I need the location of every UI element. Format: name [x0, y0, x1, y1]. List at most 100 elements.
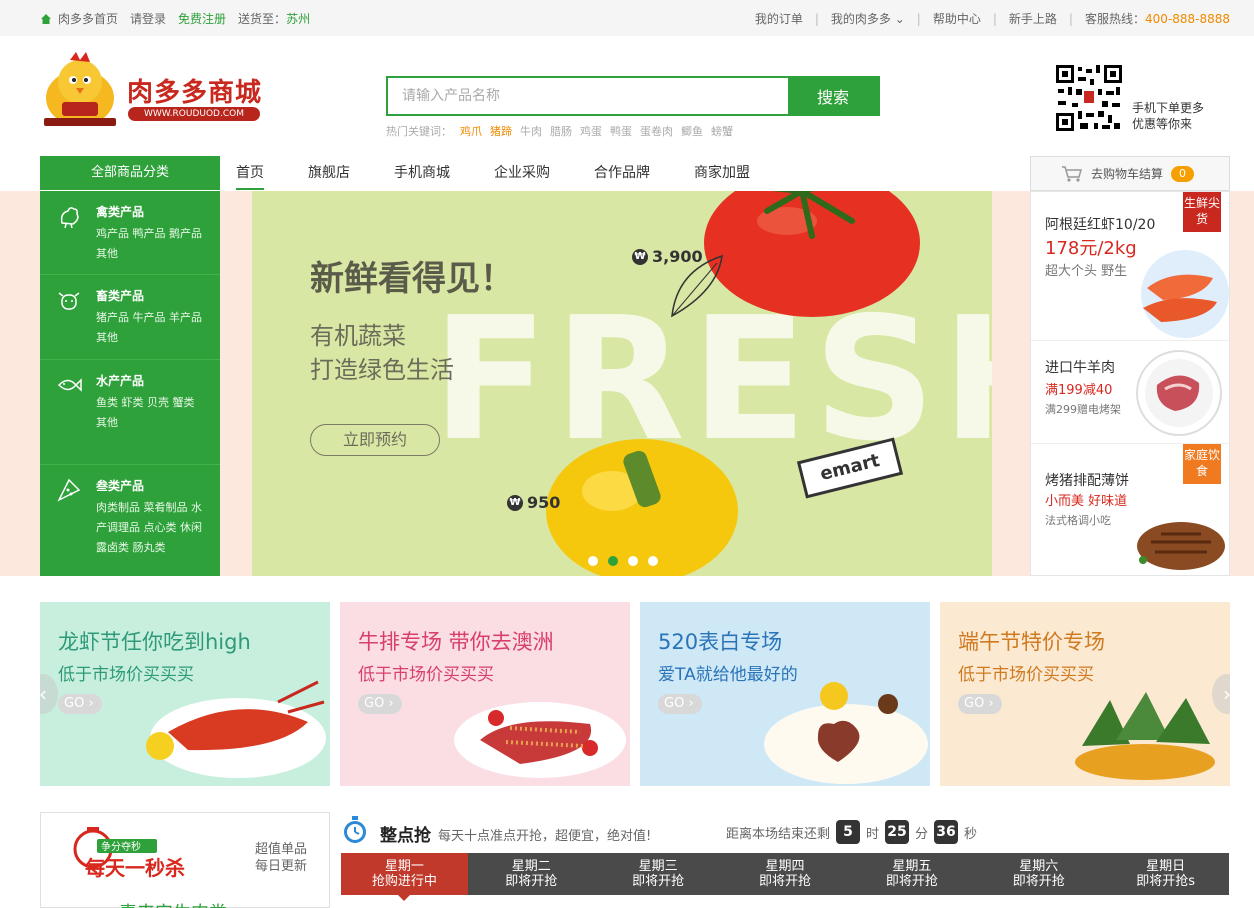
countdown-hours: 5 [836, 820, 861, 844]
category-subitems[interactable]: 鱼类 虾类 贝壳 蟹类 其他 [96, 393, 206, 433]
category-livestock[interactable]: 畜类产品 猪产品 牛产品 羊产品 其他 [40, 275, 220, 360]
nav-item-home[interactable]: 首页 [236, 156, 264, 190]
tab-status: 即将开抢 [1012, 874, 1065, 889]
ship-to-city[interactable]: 苏州 [286, 12, 310, 26]
promo-card[interactable]: 家庭饮食 烤猪排配薄饼 小而美 好味道 法式格调小吃 [1031, 444, 1229, 576]
steak-plate-image [454, 702, 626, 778]
topic-title: 端午节特价专场 [958, 630, 1105, 654]
register-link[interactable]: 免费注册 [178, 10, 226, 27]
topic-go-button[interactable]: GO › [358, 694, 402, 714]
cart-button[interactable]: 去购物车结算 0 [1030, 156, 1230, 191]
banner-subtitle-line: 打造绿色生活 [310, 356, 454, 384]
category-subitems[interactable]: 肉类制品 菜肴制品 水产调理品 点心类 休闲露卤类 肠丸类 [96, 498, 206, 558]
hot-keyword[interactable]: 鲫鱼 [681, 123, 703, 139]
carousel-prev-button[interactable]: ‹ [40, 674, 58, 714]
category-prepared[interactable]: 叁类产品 肉类制品 菜肴制品 水产调理品 点心类 休闲露卤类 肠丸类 [40, 465, 220, 576]
tab-wednesday[interactable]: 星期三 即将开抢 [595, 853, 722, 895]
category-title: 叁类产品 [96, 479, 145, 493]
countdown-unit: 秒 [964, 826, 978, 842]
carousel-dot[interactable] [628, 556, 638, 566]
carousel-dot[interactable] [588, 556, 598, 566]
hot-keyword[interactable]: 鸭蛋 [610, 123, 632, 139]
tab-status: 即将开抢 [632, 874, 685, 889]
flash-subtitle: 每天十点准点开抢，超便宜，绝对值! [438, 829, 652, 844]
countdown: 距离本场结束还剩 5 时 25 分 36 秒 [726, 820, 977, 844]
my-orders-link[interactable]: 我的订单 [755, 10, 803, 27]
help-center-link[interactable]: 帮助中心 [933, 10, 981, 27]
tab-day-label: 星期一 [384, 859, 424, 874]
tab-status: 抢购进行中 [371, 874, 437, 889]
category-subitems[interactable]: 鸡产品 鸭产品 鹅产品 其他 [96, 224, 206, 264]
carousel-dot[interactable] [608, 556, 618, 566]
nav-item-enterprise[interactable]: 企业采购 [494, 156, 550, 190]
tab-tuesday[interactable]: 星期二 即将开抢 [468, 853, 595, 895]
category-aquatic[interactable]: 水产产品 鱼类 虾类 贝壳 蟹类 其他 [40, 360, 220, 465]
carousel-dot[interactable] [648, 556, 658, 566]
promo-desc: 满299赠电烤架 [1045, 403, 1121, 416]
topic-go-button[interactable]: GO › [58, 694, 102, 714]
go-label: GO [664, 696, 685, 711]
nav-item-brands[interactable]: 合作品牌 [594, 156, 650, 190]
cart-label: 去购物车结算 [1091, 167, 1164, 181]
my-account-menu[interactable]: 我的肉多多 ⌄ [831, 10, 905, 27]
countdown-minutes: 25 [885, 820, 910, 844]
pork-chop-image [1137, 522, 1225, 570]
login-link[interactable]: 请登录 [130, 10, 166, 27]
newbie-link[interactable]: 新手上路 [1009, 10, 1057, 27]
tab-monday[interactable]: 星期一 抢购进行中 [341, 853, 468, 901]
category-subitems[interactable]: 猪产品 牛产品 羊产品 其他 [96, 308, 206, 348]
search-input[interactable] [388, 78, 788, 114]
topic-banner-steak[interactable]: 牛排专场 带你去澳洲 低于市场价买买买 GO › [340, 602, 630, 786]
hot-keyword[interactable]: 腊肠 [550, 123, 572, 139]
topic-go-button[interactable]: GO › [958, 694, 1002, 714]
flash-sale-card[interactable]: 争分夺秒 每天一秒杀 超值单品 每日更新 素来安生肉类 [40, 812, 330, 908]
won-icon: ₩ [507, 494, 523, 511]
qr-caption-line: 优惠等你来 [1132, 117, 1193, 131]
qr-caption-line: 手机下单更多 [1132, 101, 1205, 115]
promo-card[interactable]: 进口牛羊肉 满199减40 满299赠电烤架 [1031, 341, 1229, 444]
cart-count-badge: 0 [1171, 165, 1195, 182]
hot-keyword[interactable]: 蛋卷肉 [640, 123, 673, 139]
tab-friday[interactable]: 星期五 即将开抢 [848, 853, 975, 895]
yellow-pepper-image [546, 439, 738, 576]
hot-keywords: 热门关键词： 鸡爪 猪蹄 牛肉 腊肠 鸡蛋 鸭蛋 蛋卷肉 鲫鱼 螃蟹 [386, 123, 733, 139]
hot-keyword[interactable]: 牛肉 [520, 123, 542, 139]
tab-day-label: 星期五 [892, 859, 932, 874]
nav-item-mobile[interactable]: 手机商城 [394, 156, 450, 190]
tab-saturday[interactable]: 星期六 即将开抢 [975, 853, 1102, 895]
chevron-down-icon: ⌄ [894, 12, 905, 26]
zongzi-basket-image [1075, 692, 1215, 780]
hot-keyword[interactable]: 鸡蛋 [580, 123, 602, 139]
hot-keywords-label: 热门关键词： [386, 125, 452, 138]
hero-banner[interactable]: FRESH emart ₩3,900 ₩950 新鲜看得见！ 有机蔬菜 打造绿色… [252, 191, 992, 576]
hot-keyword[interactable]: 猪蹄 [490, 123, 512, 139]
topic-banner-520[interactable]: 520表白专场 爱TA就给他最好的 GO › [640, 602, 930, 786]
tab-thursday[interactable]: 星期四 即将开抢 [722, 853, 849, 895]
hot-keyword[interactable]: 螃蟹 [711, 123, 733, 139]
all-categories-button[interactable]: 全部商品分类 [40, 156, 220, 190]
topic-go-button[interactable]: GO › [658, 694, 702, 714]
topic-banner-dragon-boat[interactable]: 端午节特价专场 低于市场价买买买 GO › › [940, 602, 1230, 786]
topic-banner-lobster[interactable]: 龙虾节任你吃到high 低于市场价买买买 GO › ‹ [40, 602, 330, 786]
shrimp-image [1141, 250, 1229, 338]
promo-card[interactable]: 生鲜尖货 阿根廷红虾10/20 178元/2kg 超大个头 野生 [1031, 192, 1229, 341]
home-link[interactable]: 肉多多首页 [58, 10, 118, 27]
go-label: GO [64, 696, 85, 711]
reserve-now-button[interactable]: 立即预约 [310, 424, 440, 456]
countdown-unit: 时 [866, 826, 880, 842]
tab-status: 即将开抢 [885, 874, 938, 889]
search-button[interactable]: 搜索 [788, 78, 878, 114]
hot-keyword[interactable]: 鸡爪 [460, 123, 482, 139]
banner-headline: 新鲜看得见！ [310, 259, 514, 299]
nav-item-flagship[interactable]: 旗舰店 [308, 156, 350, 190]
flash-side-line: 每日更新 [255, 859, 308, 874]
go-label: GO [964, 696, 985, 711]
topic-subtitle: 低于市场价买买买 [358, 665, 494, 685]
banner-subtitle-line: 有机蔬菜 [310, 322, 406, 350]
tab-sunday[interactable]: 星期日 即将开抢s [1102, 853, 1229, 895]
tab-day-label: 星期三 [638, 859, 678, 874]
nav-item-join[interactable]: 商家加盟 [694, 156, 750, 190]
logo-url: WWW.ROUDUOD.COM [128, 107, 260, 121]
category-poultry[interactable]: 禽类产品 鸡产品 鸭产品 鹅产品 其他 [40, 191, 220, 275]
cart-icon [1062, 165, 1082, 182]
